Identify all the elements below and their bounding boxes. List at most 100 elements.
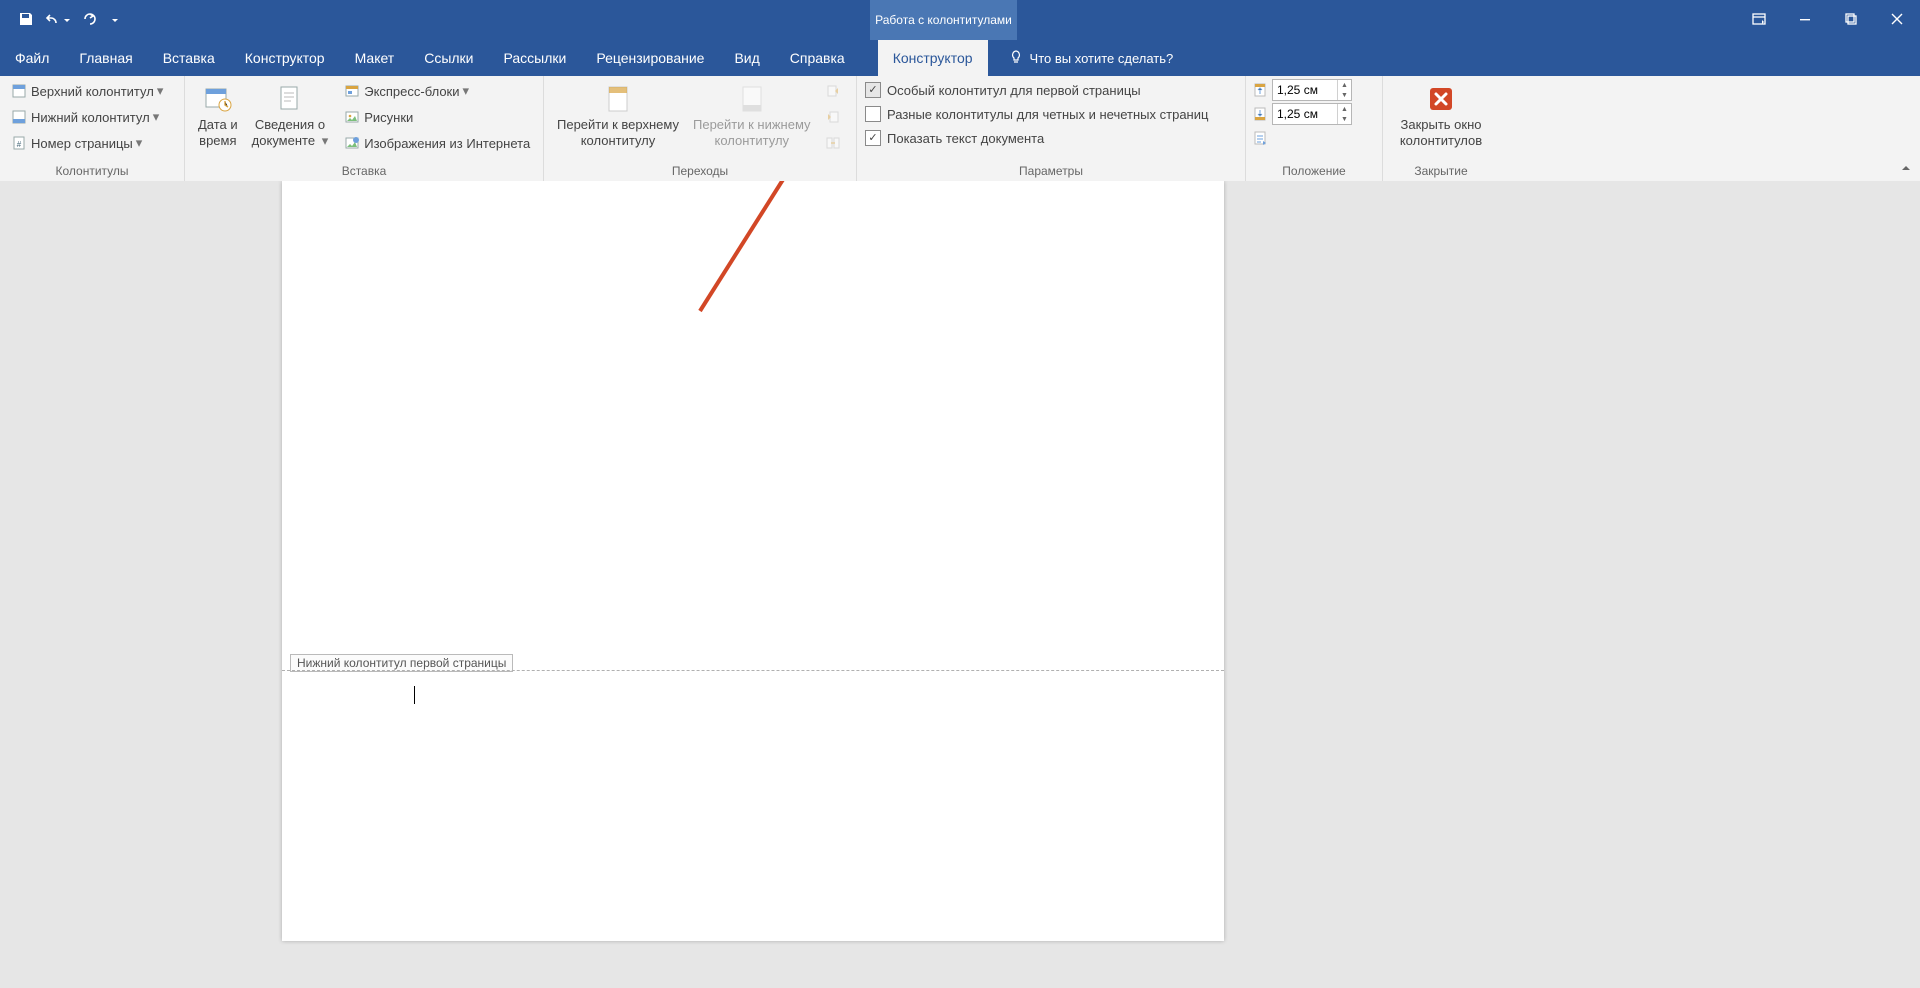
tell-me-placeholder: Что вы хотите сделать? [1030,51,1174,66]
header-icon [11,83,27,99]
checkbox-icon [865,106,881,122]
group-label: Закрытие [1389,162,1493,181]
chevron-down-icon [111,13,119,28]
undo-icon [45,11,61,30]
tab-label: Вид [734,50,759,66]
quick-parts-button[interactable]: Экспресс-блоки ▾ [339,78,535,104]
close-button[interactable] [1874,0,1920,40]
maximize-button[interactable] [1828,0,1874,40]
tab-view[interactable]: Вид [719,40,774,76]
next-icon [825,109,841,125]
ribbon-display-icon [1752,12,1766,29]
header-from-top-input[interactable] [1273,80,1337,100]
insert-alignment-tab-button[interactable] [1252,126,1352,150]
different-odd-even-checkbox[interactable]: Разные колонтитулы для четных и нечетных… [863,102,1210,126]
group-label: Положение [1252,162,1376,181]
previous-section-button [820,78,850,104]
redo-icon [82,11,98,30]
contextual-tab-header: Работа с колонтитулами [870,0,1017,40]
date-time-button[interactable]: Дата ивремя [191,78,245,150]
save-icon [18,11,34,30]
chevron-down-icon [63,13,71,28]
minimize-button[interactable] [1782,0,1828,40]
spin-down[interactable]: ▼ [1338,90,1351,100]
header-button[interactable]: Верхний колонтитул ▾ [6,78,178,104]
footer-icon [11,109,27,125]
tab-label: Ссылки [424,50,473,66]
svg-text:#: # [17,140,22,149]
repeat-button[interactable] [76,6,104,34]
group-navigation: Перейти к верхнемуколонтитулу Перейти к … [544,76,857,181]
goto-header-icon [602,83,634,115]
tab-label: Конструктор [893,50,973,66]
checkbox-icon [865,82,881,98]
tab-label: Макет [355,50,395,66]
tab-mailings[interactable]: Рассылки [489,40,582,76]
tab-insert[interactable]: Вставка [148,40,230,76]
button-label: Номер страницы [31,136,133,151]
button-label: Нижний колонтитул [31,110,150,125]
footer-from-bottom-field[interactable]: ▲▼ [1252,102,1352,126]
contextual-tab-title: Работа с колонтитулами [875,13,1012,27]
footer-from-bottom-input[interactable] [1273,104,1337,124]
minimize-icon [1799,13,1811,28]
tab-design[interactable]: Конструктор [230,40,340,76]
date-time-icon [202,83,234,115]
tab-home[interactable]: Главная [64,40,147,76]
footer-tag-label: Нижний колонтитул первой страницы [297,656,506,670]
undo-button[interactable] [44,6,72,34]
pictures-button[interactable]: Рисунки [339,104,535,130]
quick-parts-icon [344,83,360,99]
show-document-text-checkbox[interactable]: Показать текст документа [863,126,1210,150]
chevron-up-icon [1900,162,1912,177]
chevron-down-icon: ▾ [153,109,160,125]
next-section-button [820,104,850,130]
group-position: ▲▼ ▲▼ Положение [1246,76,1383,181]
button-label: Верхний колонтитул [31,84,154,99]
button-label: Изображения из Интернета [364,136,530,151]
ribbon-tabs: Файл Главная Вставка Конструктор Макет С… [0,40,1920,76]
tab-headerfooter-design[interactable]: Конструктор [878,40,988,76]
previous-icon [825,83,841,99]
close-header-footer-button[interactable]: Закрыть окноколонтитулов [1393,78,1489,150]
tell-me-search[interactable]: Что вы хотите сделать? [996,40,1186,76]
checkbox-label: Показать текст документа [887,131,1044,146]
spin-buttons[interactable]: ▲▼ [1337,80,1351,100]
group-label: Переходы [550,162,850,181]
different-first-page-checkbox[interactable]: Особый колонтитул для первой страницы [863,78,1210,102]
spinbox[interactable]: ▲▼ [1272,103,1352,125]
page-number-icon: # [11,135,27,151]
customize-qat-button[interactable] [108,6,122,34]
tab-label: Конструктор [245,50,325,66]
collapse-ribbon-button[interactable] [1898,161,1914,177]
tab-references[interactable]: Ссылки [409,40,488,76]
tab-file[interactable]: Файл [0,40,64,76]
spin-buttons[interactable]: ▲▼ [1337,104,1351,124]
spin-up[interactable]: ▲ [1338,80,1351,90]
link-to-previous-button [820,130,850,156]
page[interactable]: Нижний колонтитул первой страницы [282,181,1224,941]
text-cursor [414,686,415,704]
tab-review[interactable]: Рецензирование [581,40,719,76]
spin-up[interactable]: ▲ [1338,104,1351,114]
lightbulb-icon [1008,49,1030,68]
page-number-button[interactable]: # Номер страницы ▾ [6,130,178,156]
ribbon-display-options-button[interactable] [1736,0,1782,40]
quick-access-toolbar [0,0,126,40]
tab-label: Главная [79,50,132,66]
document-info-button[interactable]: Сведения одокументе ▾ [245,78,336,150]
footer-button[interactable]: Нижний колонтитул ▾ [6,104,178,130]
spin-down[interactable]: ▼ [1338,114,1351,124]
goto-header-button[interactable]: Перейти к верхнемуколонтитулу [550,78,686,150]
spinbox[interactable]: ▲▼ [1272,79,1352,101]
button-label: Дата ивремя [198,117,238,149]
tab-layout[interactable]: Макет [340,40,410,76]
tab-label: Рецензирование [596,50,704,66]
button-label: Перейти к нижнемуколонтитулу [693,117,811,149]
ribbon: Верхний колонтитул ▾ Нижний колонтитул ▾… [0,76,1920,182]
chevron-down-icon: ▾ [157,83,164,99]
save-button[interactable] [12,6,40,34]
header-from-top-field[interactable]: ▲▼ [1252,78,1352,102]
online-pictures-button[interactable]: Изображения из Интернета [339,130,535,156]
tab-help[interactable]: Справка [775,40,860,76]
